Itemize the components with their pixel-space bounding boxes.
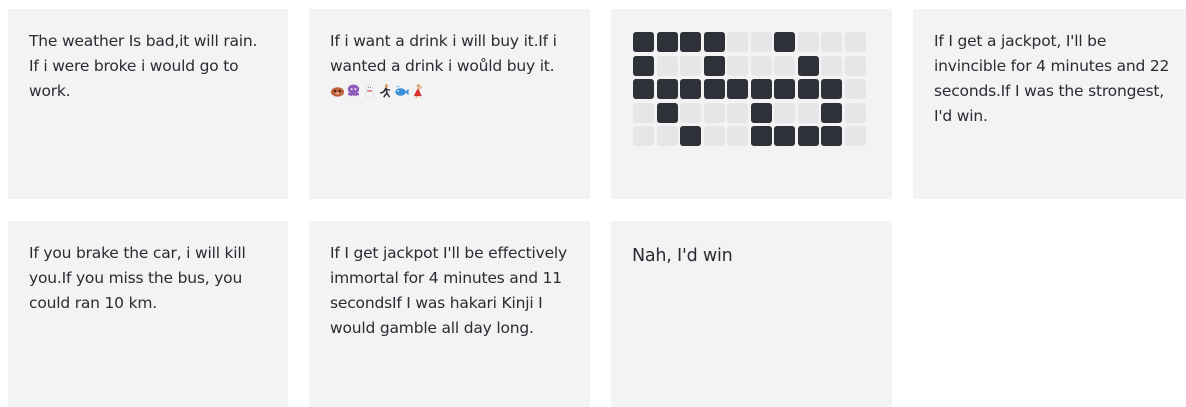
pixel-cell xyxy=(844,126,866,146)
card-2[interactable]: If i want a drink i will buy it.If i wan… xyxy=(309,9,590,199)
pixel-cell xyxy=(774,102,795,123)
card-6-text: If I get jackpot I'll be effectively imm… xyxy=(330,244,572,337)
card-4-text: If I get a jackpot, I'll be invincible f… xyxy=(934,32,1174,125)
pixel-cell xyxy=(633,102,654,123)
pixel-cell xyxy=(680,126,701,146)
pixel-cell xyxy=(703,126,725,146)
pixel-cell xyxy=(821,126,842,146)
pixel-cell xyxy=(633,79,654,99)
pixel-cell xyxy=(797,102,819,123)
pixel-cell xyxy=(750,102,772,123)
pixel-cell xyxy=(821,55,842,76)
pixel-cell xyxy=(633,32,654,52)
pixel-cell xyxy=(656,126,678,146)
pixel-cell xyxy=(680,102,701,123)
pixel-cell xyxy=(703,79,725,99)
pixel-cell xyxy=(821,32,842,52)
pixel-cell xyxy=(703,102,725,123)
pixel-cell xyxy=(797,55,819,76)
pixel-cell xyxy=(656,79,678,99)
card-7[interactable]: Nah, I'd win xyxy=(611,221,892,407)
pixel-cell xyxy=(656,55,678,76)
empty-slot xyxy=(913,221,1186,407)
pixel-cell xyxy=(844,102,866,123)
octopus-icon xyxy=(346,83,361,99)
pixel-cell xyxy=(656,102,678,123)
card-3-pixel-grid[interactable] xyxy=(611,9,892,199)
card-1-text: The weather Is bad,it will rain. If i we… xyxy=(29,32,262,100)
pixel-cell xyxy=(727,79,748,99)
fish-icon xyxy=(394,83,409,99)
pixel-cell xyxy=(680,32,701,52)
card-6[interactable]: If I get jackpot I'll be effectively imm… xyxy=(309,221,590,407)
pixel-cell xyxy=(656,32,678,52)
cards-grid: The weather Is bad,it will rain. If i we… xyxy=(8,9,1186,407)
pixel-cell xyxy=(797,126,819,146)
card-1[interactable]: The weather Is bad,it will rain. If i we… xyxy=(8,9,288,199)
dancer-icon xyxy=(410,83,425,99)
sloth-icon xyxy=(330,83,345,99)
pixel-cell xyxy=(633,55,654,76)
pixel-cell xyxy=(633,126,654,146)
pixel-cell xyxy=(750,32,772,52)
card-5-text: If you brake the car, i will kill you.If… xyxy=(29,244,251,312)
pixel-cell xyxy=(680,55,701,76)
pixel-cell xyxy=(844,55,866,76)
pixel-cell xyxy=(727,55,748,76)
pixel-cell xyxy=(821,79,842,99)
pixel-cell xyxy=(821,102,842,123)
pixel-cell xyxy=(774,55,795,76)
pixel-cell xyxy=(727,126,748,146)
pixel-cell xyxy=(727,32,748,52)
pixel-cell xyxy=(703,32,725,52)
pixel-cell xyxy=(750,79,772,99)
pixel-cell xyxy=(844,32,866,52)
pixel-cell xyxy=(774,126,795,146)
pixel-grid xyxy=(633,32,866,146)
pixel-cell xyxy=(680,79,701,99)
pixel-cell xyxy=(703,55,725,76)
pixel-cell xyxy=(844,79,866,99)
card-2-text: If i want a drink i will buy it.If i wan… xyxy=(330,32,562,75)
card-4[interactable]: If I get a jackpot, I'll be invincible f… xyxy=(913,9,1186,199)
pixel-cell xyxy=(797,79,819,99)
pixel-cell xyxy=(774,32,795,52)
snowman-icon xyxy=(362,83,377,99)
card-5[interactable]: If you brake the car, i will kill you.If… xyxy=(8,221,288,407)
emoji-row xyxy=(330,82,570,100)
card-7-text: Nah, I'd win xyxy=(632,246,733,266)
pixel-cell xyxy=(774,79,795,99)
pixel-cell xyxy=(797,32,819,52)
pixel-cell xyxy=(750,126,772,146)
pixel-cell xyxy=(727,102,748,123)
pixel-cell xyxy=(750,55,772,76)
person-running-icon xyxy=(378,83,393,99)
